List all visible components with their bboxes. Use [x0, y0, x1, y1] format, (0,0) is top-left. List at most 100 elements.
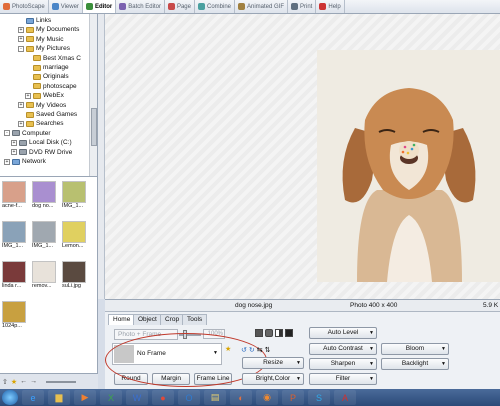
tree-item[interactable]: Saved Games — [18, 110, 77, 119]
collapse-icon[interactable]: - — [18, 45, 24, 52]
expand-icon[interactable]: + — [4, 158, 10, 165]
expand-icon[interactable]: + — [25, 92, 31, 99]
tree-item[interactable]: Best Xmas C — [25, 54, 81, 63]
tab-label: Animated GIF — [247, 3, 285, 10]
tree-item[interactable]: + WebEx — [25, 91, 64, 100]
thumbnail-item[interactable]: remov... — [32, 261, 60, 295]
tree-item[interactable]: + Network — [4, 157, 46, 166]
thumbnail-item[interactable]: IMG_1... — [32, 221, 60, 255]
acrobat-icon[interactable]: A — [334, 390, 356, 405]
shape-square-icon[interactable] — [255, 329, 263, 337]
tree-item[interactable]: Links — [18, 16, 51, 25]
tree-item-label: My Pictures — [36, 45, 70, 53]
tab-batch-editor[interactable]: Batch Editor — [116, 0, 165, 13]
thumbnail-item[interactable]: Lemon... — [62, 221, 90, 255]
expand-icon[interactable]: + — [18, 36, 24, 43]
shape-rounded-icon[interactable] — [265, 329, 273, 337]
auto-contrast-button[interactable]: Auto Contrast ▼ — [309, 343, 377, 355]
bloom-button[interactable]: Bloom ▼ — [381, 343, 449, 355]
panel-splitter[interactable] — [98, 14, 105, 299]
page-icon — [167, 3, 175, 10]
resize-label: Resize — [263, 359, 283, 366]
print-icon — [291, 3, 299, 10]
tab-animated-gif[interactable]: Animated GIF — [235, 0, 289, 13]
notes-icon[interactable]: ▤ — [204, 390, 226, 405]
photoscape-icon[interactable]: ◐ — [230, 390, 252, 405]
tree-item[interactable]: + Local Disk (C:) — [11, 138, 72, 147]
tab-photoscape[interactable]: PhotoScape — [0, 0, 49, 13]
bright-color-button[interactable]: Bright,Color ▼ — [242, 373, 304, 385]
tree-item[interactable]: + My Documents — [18, 25, 79, 34]
tree-scrollbar-thumb[interactable] — [91, 108, 97, 146]
thumbnail-item[interactable]: linda r... — [2, 261, 30, 295]
tree-scrollbar[interactable] — [89, 14, 97, 176]
firefox-icon[interactable]: ◉ — [256, 390, 278, 405]
folder-up-icon[interactable]: ⇧ — [2, 378, 8, 386]
flip-vertical-icon[interactable]: ⇅ — [265, 346, 271, 354]
tab-viewer[interactable]: Viewer — [49, 0, 83, 13]
tree-item[interactable]: marriage — [25, 63, 69, 72]
rotate-right-icon[interactable]: ↻ — [249, 346, 255, 354]
resize-button[interactable]: Resize ▼ — [242, 357, 304, 369]
tab-crop[interactable]: Crop — [160, 314, 185, 325]
tab-print[interactable]: Print — [288, 0, 317, 13]
ppt-icon[interactable]: P — [282, 390, 304, 405]
ie-icon[interactable]: e — [22, 390, 44, 405]
collapse-icon[interactable]: - — [4, 130, 10, 137]
thumbnail-item[interactable]: suLi.jpg — [62, 261, 90, 295]
sharpen-button[interactable]: Sharpen ▼ — [309, 358, 377, 370]
tree-item[interactable]: - My Pictures — [18, 44, 70, 53]
expand-icon[interactable]: + — [18, 120, 24, 127]
rotate-left-icon[interactable]: ↺ — [241, 346, 247, 354]
thumb-size-slider[interactable] — [46, 380, 77, 383]
tree-item[interactable]: - Computer — [4, 129, 51, 138]
shape-half-icon[interactable] — [275, 329, 283, 337]
combine-icon — [197, 3, 205, 10]
expand-icon[interactable]: + — [11, 139, 17, 146]
tab-editor[interactable]: Editor — [82, 0, 117, 13]
thumbnail-image — [2, 301, 26, 323]
outlook-icon[interactable]: O — [178, 390, 200, 405]
tab-object[interactable]: Object — [133, 314, 162, 325]
forward-icon[interactable]: → — [30, 378, 37, 385]
expand-icon[interactable]: + — [11, 149, 17, 156]
star-icon[interactable]: ★ — [11, 378, 17, 386]
tree-item[interactable]: + My Videos — [18, 101, 66, 110]
skype-icon[interactable]: S — [308, 390, 330, 405]
tab-tools[interactable]: Tools — [182, 314, 208, 325]
tree-item[interactable]: photoscape — [25, 82, 77, 91]
backlight-button[interactable]: Backlight ▼ — [381, 358, 449, 370]
shape-dark-icon[interactable] — [285, 329, 293, 337]
auto-level-button[interactable]: Auto Level ▼ — [309, 327, 377, 339]
thumbnail-item[interactable]: acne-f... — [2, 181, 30, 215]
thumbnail-caption: IMG_1... — [2, 243, 24, 249]
start-button[interactable] — [2, 390, 18, 405]
chrome-icon[interactable]: ● — [152, 390, 174, 405]
folder-icon[interactable]: ▆ — [48, 390, 70, 405]
thumbnail-item[interactable]: IMG_1... — [62, 181, 90, 215]
expand-icon[interactable]: + — [18, 26, 24, 33]
tab-combine[interactable]: Combine — [195, 0, 235, 13]
tab-home[interactable]: Home — [108, 314, 136, 325]
filter-button[interactable]: Filter ▼ — [309, 373, 377, 385]
batch-editor-icon — [119, 3, 127, 10]
expand-icon[interactable]: + — [18, 102, 24, 109]
media-icon[interactable]: ▶ — [74, 390, 96, 405]
tab-label: Combine — [206, 3, 231, 10]
chevron-down-icon: ▼ — [296, 376, 301, 382]
excel-icon[interactable]: X — [100, 390, 122, 405]
tab-page[interactable]: Page — [165, 0, 195, 13]
thumbnail-item[interactable]: IMG_1... — [2, 221, 30, 255]
word-icon[interactable]: W — [126, 390, 148, 405]
tree-item[interactable]: Originals — [25, 72, 69, 81]
thumbnail-caption: IMG_1... — [62, 203, 84, 209]
flip-horizontal-icon[interactable]: ⇆ — [257, 346, 263, 354]
thumbnail-item[interactable]: 1024p... — [2, 301, 30, 335]
tree-item[interactable]: + My Music — [18, 35, 63, 44]
thumbnail-caption: IMG_1... — [32, 243, 54, 249]
tab-help[interactable]: Help — [316, 0, 345, 13]
thumbnail-item[interactable]: dog no... — [32, 181, 60, 215]
back-icon[interactable]: ← — [20, 378, 27, 385]
tree-item[interactable]: + DVD RW Drive — [11, 148, 72, 157]
tree-item[interactable]: + Searches — [18, 119, 63, 128]
